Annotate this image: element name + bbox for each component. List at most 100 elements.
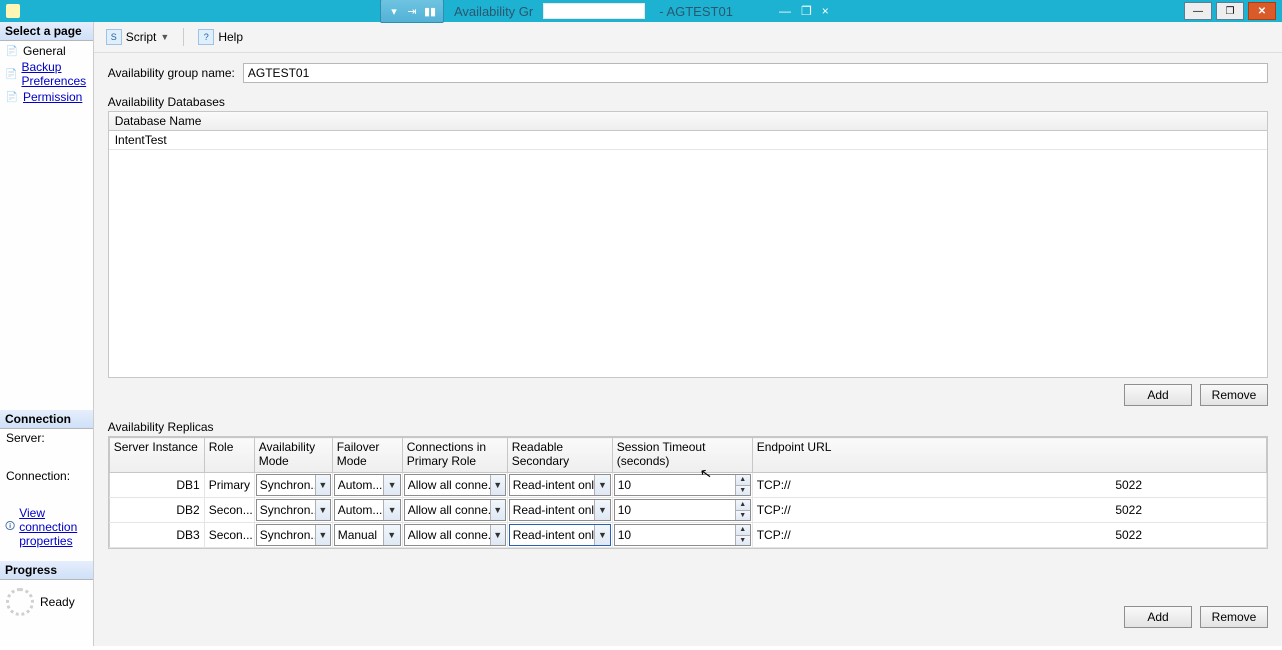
progress-row: Ready	[0, 580, 93, 646]
availability-replicas-grid[interactable]: Server Instance Role Availability Mode F…	[108, 436, 1268, 549]
page-list: 📄 General 📄 Backup Preferences 📄 Permiss…	[0, 41, 93, 107]
chevron-down-icon[interactable]: ▼	[490, 475, 505, 495]
inner-close-icon[interactable]: ×	[822, 4, 829, 18]
cell-failmode[interactable]: Manual▼	[332, 523, 402, 548]
cell-availmode[interactable]: Synchron...▼	[254, 523, 332, 548]
cell-endpoint[interactable]: TCP://5022	[752, 498, 1266, 523]
chevron-down-icon[interactable]: ▼	[383, 525, 400, 545]
script-button[interactable]: S Script ▼	[102, 27, 174, 47]
view-connection-properties-label: View connection properties	[19, 506, 88, 548]
server-label: Server:	[0, 429, 93, 447]
pin-icon[interactable]: ⇥	[405, 4, 419, 18]
cell-server[interactable]: DB1	[109, 473, 204, 498]
cell-failmode[interactable]: Autom...▼	[332, 473, 402, 498]
help-button[interactable]: ? Help	[194, 27, 247, 47]
replicas-add-button[interactable]: Add	[1124, 606, 1192, 628]
sidebar-item-backup-preferences[interactable]: 📄 Backup Preferences	[0, 59, 93, 89]
server-value	[0, 447, 93, 451]
window-title-left: Availability Gr	[454, 4, 533, 19]
chevron-down-icon[interactable]: ▼	[315, 475, 330, 495]
inner-minimize-icon[interactable]: —	[779, 4, 791, 18]
cell-readsec[interactable]: Read-intent only▼	[507, 498, 612, 523]
close-button[interactable]: ✕	[1248, 2, 1276, 20]
connection-label: Connection:	[0, 467, 93, 485]
cell-role[interactable]: Secon...	[204, 523, 254, 548]
table-row[interactable]: DB1PrimarySynchron...▼Autom...▼Allow all…	[109, 473, 1266, 498]
cell-readsec[interactable]: Read-intent only▼	[507, 523, 612, 548]
sidebar-item-label: Backup Preferences	[21, 60, 87, 88]
availability-replicas-label: Availability Replicas	[108, 420, 1268, 434]
spin-up-icon[interactable]: ▲	[736, 500, 750, 511]
cell-availmode[interactable]: Synchron...▼	[254, 498, 332, 523]
group-name-label: Availability group name:	[108, 66, 235, 80]
col-readsec[interactable]: Readable Secondary	[507, 438, 612, 473]
cell-connprim[interactable]: Allow all conne...▼	[402, 498, 507, 523]
spin-up-icon[interactable]: ▲	[736, 525, 750, 536]
cell-availmode[interactable]: Synchron...▼	[254, 473, 332, 498]
col-server[interactable]: Server Instance	[109, 438, 204, 473]
chevron-down-icon[interactable]: ▼	[160, 32, 169, 42]
col-failmode[interactable]: Failover Mode	[332, 438, 402, 473]
availability-databases-label: Availability Databases	[108, 95, 1268, 109]
sidebar-item-permission[interactable]: 📄 Permission	[0, 89, 93, 105]
chevron-down-icon[interactable]: ▼	[594, 475, 609, 495]
signal-icon[interactable]: ▮▮	[423, 4, 437, 18]
script-icon: S	[106, 29, 122, 45]
page-icon: 📄	[5, 67, 17, 81]
cell-connprim[interactable]: Allow all conne...▼	[402, 473, 507, 498]
cell-timeout[interactable]: 10▲▼	[612, 498, 752, 523]
spin-down-icon[interactable]: ▼	[736, 536, 750, 546]
chevron-down-icon[interactable]: ▼	[490, 500, 505, 520]
replicas-remove-button[interactable]: Remove	[1200, 606, 1268, 628]
cell-server[interactable]: DB3	[109, 523, 204, 548]
col-timeout[interactable]: Session Timeout (seconds)	[612, 438, 752, 473]
cell-endpoint[interactable]: TCP://5022	[752, 473, 1266, 498]
col-availmode[interactable]: Availability Mode	[254, 438, 332, 473]
databases-remove-button[interactable]: Remove	[1200, 384, 1268, 406]
chevron-down-icon[interactable]: ▼	[383, 475, 399, 495]
cell-timeout[interactable]: 10▲▼	[612, 523, 752, 548]
group-name-input[interactable]	[243, 63, 1268, 83]
sidebar-item-general[interactable]: 📄 General	[0, 43, 93, 59]
progress-status: Ready	[40, 595, 75, 609]
cell-readsec[interactable]: Read-intent only▼	[507, 473, 612, 498]
chevron-down-icon[interactable]: ▼	[594, 525, 609, 545]
chevron-down-icon[interactable]: ▼	[383, 500, 399, 520]
availability-databases-grid[interactable]: Database Name IntentTest	[108, 111, 1268, 378]
cell-timeout[interactable]: 10▲▼	[612, 473, 752, 498]
chevron-down-icon[interactable]: ▼	[490, 525, 505, 545]
toolbar-separator	[183, 28, 184, 46]
table-row[interactable]: DB2Secon...Synchron...▼Autom...▼Allow al…	[109, 498, 1266, 523]
help-label: Help	[218, 30, 243, 44]
sidebar-header-progress: Progress	[0, 561, 93, 580]
remote-toolbar[interactable]: ▾ ⇥ ▮▮	[380, 0, 444, 23]
spin-up-icon[interactable]: ▲	[736, 475, 750, 486]
col-role[interactable]: Role	[204, 438, 254, 473]
col-endpoint[interactable]: Endpoint URL	[752, 438, 1266, 473]
chevron-down-icon[interactable]: ▾	[387, 4, 401, 18]
table-row[interactable]: DB3Secon...Synchron...▼Manual▼Allow all …	[109, 523, 1266, 548]
main-pane: S Script ▼ ? Help Availability group nam…	[94, 22, 1282, 646]
spin-down-icon[interactable]: ▼	[736, 486, 750, 496]
chevron-down-icon[interactable]: ▼	[315, 500, 330, 520]
db-col-header[interactable]: Database Name	[109, 112, 1267, 131]
chevron-down-icon[interactable]: ▼	[315, 525, 330, 545]
chevron-down-icon[interactable]: ▼	[594, 500, 609, 520]
toolbar: S Script ▼ ? Help	[94, 22, 1282, 53]
inner-restore-icon[interactable]: ❐	[801, 4, 812, 18]
minimize-button[interactable]: —	[1184, 2, 1212, 20]
cell-endpoint[interactable]: TCP://5022	[752, 523, 1266, 548]
cell-failmode[interactable]: Autom...▼	[332, 498, 402, 523]
databases-buttons: Add Remove	[108, 384, 1268, 406]
spin-down-icon[interactable]: ▼	[736, 511, 750, 521]
cell-role[interactable]: Primary	[204, 473, 254, 498]
db-row[interactable]: IntentTest	[109, 131, 1267, 150]
restore-button[interactable]: ❐	[1216, 2, 1244, 20]
databases-add-button[interactable]: Add	[1124, 384, 1192, 406]
cell-role[interactable]: Secon...	[204, 498, 254, 523]
sidebar-header-pages: Select a page	[0, 22, 93, 41]
col-connprim[interactable]: Connections in Primary Role	[402, 438, 507, 473]
cell-server[interactable]: DB2	[109, 498, 204, 523]
cell-connprim[interactable]: Allow all conne...▼	[402, 523, 507, 548]
view-connection-properties[interactable]: 🛈 View connection properties	[0, 505, 93, 549]
